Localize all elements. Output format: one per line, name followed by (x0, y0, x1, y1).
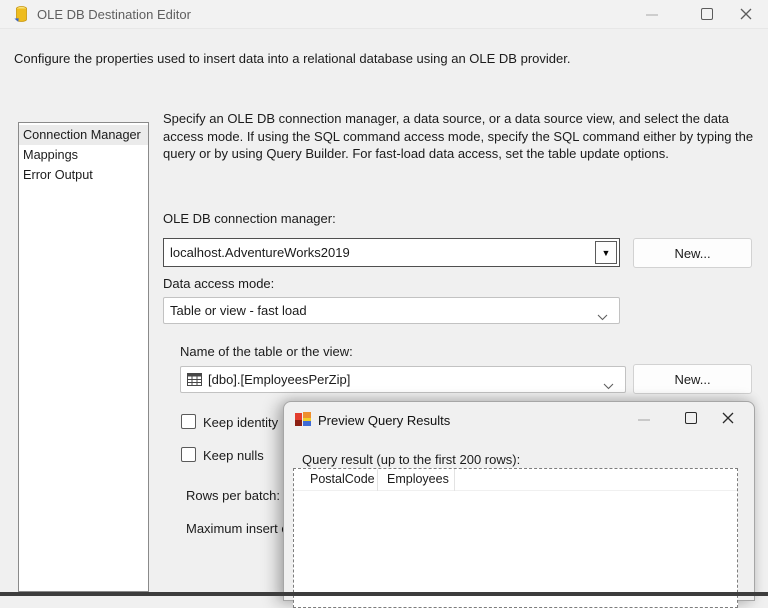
keep-nulls-label: Keep nulls (203, 448, 264, 463)
connection-manager-label: OLE DB connection manager: (163, 211, 336, 226)
new-connection-button[interactable]: New... (633, 238, 752, 268)
listview-header-row: PostalCode Employees (294, 469, 737, 491)
nav-item-error-output[interactable]: Error Output (19, 165, 148, 185)
keep-identity-label: Keep identity (203, 415, 278, 430)
preview-dialog-title: Preview Query Results (318, 413, 450, 428)
winforms-app-icon (295, 412, 312, 432)
query-results-listview[interactable]: PostalCode Employees (293, 468, 738, 608)
dialog-description: Configure the properties used to insert … (14, 51, 570, 66)
maximize-button[interactable] (701, 8, 713, 20)
keep-identity-checkbox[interactable] (181, 414, 196, 429)
background-window-edge (0, 592, 768, 596)
max-insert-commit-label: Maximum insert c (186, 521, 288, 536)
table-name-value: [dbo].[EmployeesPerZip] (208, 367, 350, 392)
table-name-label: Name of the table or the view: (180, 344, 353, 359)
preview-close-icon[interactable] (721, 411, 735, 430)
keep-nulls-checkbox[interactable] (181, 447, 196, 462)
preview-minimize-button[interactable] (638, 419, 650, 421)
minimize-button[interactable] (646, 14, 658, 16)
chevron-down-icon (603, 377, 614, 395)
data-access-mode-value: Table or view - fast load (170, 298, 307, 323)
query-result-label: Query result (up to the first 200 rows): (302, 452, 520, 467)
data-access-mode-label: Data access mode: (163, 276, 274, 291)
nav-item-mappings[interactable]: Mappings (19, 145, 148, 165)
new-table-button[interactable]: New... (633, 364, 752, 394)
preview-maximize-button[interactable] (685, 412, 697, 424)
column-header-postalcode[interactable]: PostalCode (310, 472, 375, 486)
data-access-mode-combobox[interactable]: Table or view - fast load (163, 297, 620, 324)
pages-listbox[interactable]: Connection Manager Mappings Error Output (18, 122, 149, 592)
table-grid-icon (187, 373, 202, 391)
column-separator (454, 469, 455, 491)
nav-item-connection-manager[interactable]: Connection Manager (19, 125, 148, 145)
window-title: OLE DB Destination Editor (37, 7, 191, 22)
chevron-down-icon (597, 308, 608, 326)
column-header-employees[interactable]: Employees (387, 472, 449, 486)
connection-manager-value: localhost.AdventureWorks2019 (170, 239, 350, 266)
database-destination-icon (13, 5, 32, 29)
connection-manager-combobox[interactable]: localhost.AdventureWorks2019 ▼ (163, 238, 620, 267)
preview-query-results-dialog[interactable]: Preview Query Results Query result (up t… (283, 401, 755, 601)
column-separator (377, 469, 378, 491)
dropdown-arrow-icon[interactable]: ▼ (595, 241, 617, 264)
panel-intro-text: Specify an OLE DB connection manager, a … (163, 110, 760, 163)
close-icon[interactable] (739, 7, 753, 26)
rows-per-batch-label: Rows per batch: (186, 488, 280, 503)
table-name-combobox[interactable]: [dbo].[EmployeesPerZip] (180, 366, 626, 393)
